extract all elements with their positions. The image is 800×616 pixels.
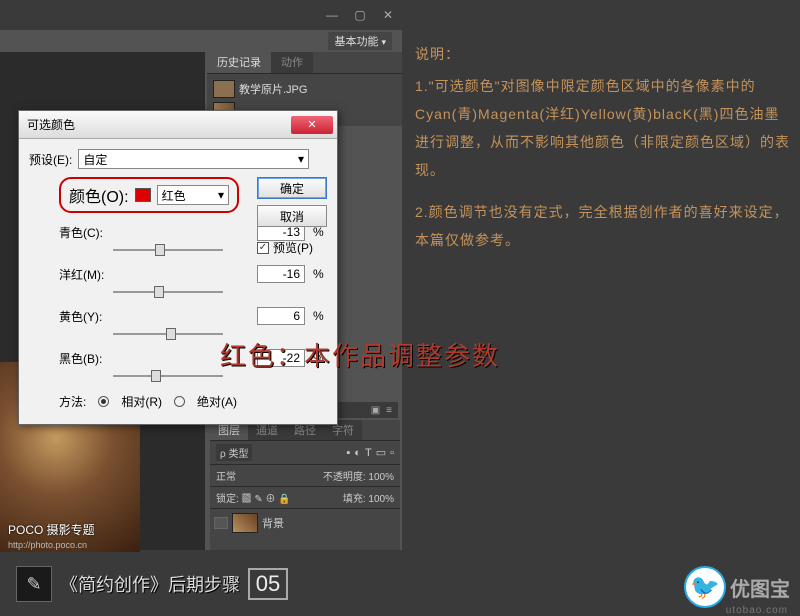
filter-type-icon[interactable]: T xyxy=(365,447,372,459)
cancel-button[interactable]: 取消 xyxy=(257,205,327,227)
color-selector-highlight: 颜色(O): 红色▾ xyxy=(59,177,239,213)
ok-button[interactable]: 确定 xyxy=(257,177,327,199)
explanation-heading: 说明： xyxy=(415,40,790,68)
window-titlebar: — ▢ ✕ xyxy=(0,0,402,30)
snapshot-label: 教学原片.JPG xyxy=(239,81,307,97)
preset-select[interactable]: 自定▾ xyxy=(78,149,309,169)
cyan-slider[interactable] xyxy=(113,243,223,257)
magenta-pct: % xyxy=(313,267,327,281)
step-number: 05 xyxy=(248,568,288,600)
preset-label: 预设(E): xyxy=(29,151,72,168)
lock-label: 锁定: xyxy=(216,494,239,505)
magenta-slider[interactable] xyxy=(113,285,223,299)
filter-pixel-icon[interactable]: ▪ xyxy=(346,447,350,459)
radio-relative-label: 相对(R) xyxy=(121,393,162,410)
fill-label: 填充: xyxy=(343,494,366,505)
black-label: 黑色(B): xyxy=(59,350,109,367)
layers-blend-row: 正常 不透明度: 100% xyxy=(210,465,400,487)
utobao-logo: 🐦 优图宝 xyxy=(684,566,790,608)
layers-filter-bar: ρ 类型 ▪ ◐ T ▭ ▫ xyxy=(210,440,400,465)
magenta-label: 洋红(M): xyxy=(59,266,109,283)
filter-kind-select[interactable]: ρ 类型 xyxy=(216,444,252,461)
filter-shape-icon[interactable]: ▭ xyxy=(376,446,386,459)
dialog-buttons: 确定 取消 ✓ 预览(P) xyxy=(257,177,327,256)
method-row: 方法: 相对(R) 绝对(A) xyxy=(29,393,327,410)
filter-adjust-icon[interactable]: ◐ xyxy=(354,447,361,459)
preview-label: 预览(P) xyxy=(273,239,313,256)
layers-panel: ▣ ≡ 图层 通道 路径 字符 ρ 类型 ▪ ◐ T ▭ ▫ 正常 不透明度: … xyxy=(210,420,400,550)
radio-relative[interactable] xyxy=(98,396,109,407)
yellow-pct: % xyxy=(313,309,327,323)
black-slider[interactable] xyxy=(113,369,223,383)
yellow-row: 黄色(Y): % xyxy=(29,307,327,325)
preview-checkbox-row: ✓ 预览(P) xyxy=(257,239,327,256)
dialog-close-button[interactable]: ✕ xyxy=(291,116,333,134)
opacity-label: 不透明度: xyxy=(323,472,366,483)
step-brush-icon: ✎ xyxy=(16,566,52,602)
utobao-name: 优图宝 xyxy=(730,573,790,602)
layer-item[interactable]: 背景 xyxy=(212,511,398,535)
tab-history[interactable]: 历史记录 xyxy=(207,52,271,73)
magenta-input[interactable] xyxy=(257,265,305,283)
explanation-p1: 1."可选颜色"对图像中限定颜色区域中的各像素中的Cyan(青)Magenta(… xyxy=(415,72,790,184)
snapshot-thumb-icon xyxy=(213,80,235,98)
layer-name: 背景 xyxy=(262,515,284,531)
tutorial-step-bar: ✎ 《简约创作》后期步骤 05 xyxy=(16,566,288,602)
filter-smart-icon[interactable]: ▫ xyxy=(390,447,394,459)
maximize-button[interactable]: ▢ xyxy=(346,5,374,25)
poco-url: http://photo.poco.cn xyxy=(8,540,87,550)
utobao-url: utobao.com xyxy=(726,605,788,616)
preset-value: 自定 xyxy=(83,151,107,168)
selective-color-dialog: 可选颜色 ✕ 预设(E): 自定▾ 颜色(O): 红色▾ 青色(C): % xyxy=(18,110,338,425)
layer-thumb-icon xyxy=(232,513,258,533)
color-value: 红色 xyxy=(162,187,186,204)
radio-absolute-label: 绝对(A) xyxy=(197,393,237,410)
options-bar: 基本功能 xyxy=(0,30,402,52)
history-snapshot[interactable]: 教学原片.JPG xyxy=(211,78,398,100)
color-swatch-icon xyxy=(135,188,151,202)
dialog-titlebar[interactable]: 可选颜色 ✕ xyxy=(19,111,337,139)
explanation-p2: 2.颜色调节也没有定式，完全根据创作者的喜好来设定，本篇仅做参考。 xyxy=(415,198,790,254)
step-title: 《简约创作》后期步骤 xyxy=(60,571,240,597)
color-label: 颜色(O): xyxy=(69,183,129,207)
preview-checkbox[interactable]: ✓ xyxy=(257,242,269,254)
workspace-selector[interactable]: 基本功能 xyxy=(328,32,392,50)
layers-list: 背景 xyxy=(210,509,400,537)
yellow-slider[interactable] xyxy=(113,327,223,341)
visibility-eye-icon[interactable] xyxy=(214,517,228,529)
explanation-text: 说明： 1."可选颜色"对图像中限定颜色区域中的各像素中的Cyan(青)Mage… xyxy=(415,40,790,254)
tab-actions[interactable]: 动作 xyxy=(271,52,313,73)
magenta-row: 洋红(M): % xyxy=(29,265,327,283)
close-button[interactable]: ✕ xyxy=(374,5,402,25)
yellow-label: 黄色(Y): xyxy=(59,308,109,325)
blend-mode-select[interactable]: 正常 xyxy=(216,468,236,483)
dialog-title-text: 可选颜色 xyxy=(27,116,75,133)
utobao-circle-icon: 🐦 xyxy=(684,566,726,608)
color-select[interactable]: 红色▾ xyxy=(157,185,229,205)
fill-value[interactable]: 100% xyxy=(368,494,394,505)
yellow-input[interactable] xyxy=(257,307,305,325)
menu-icon[interactable]: ≡ xyxy=(386,405,392,416)
dialog-body: 预设(E): 自定▾ 颜色(O): 红色▾ 青色(C): % 洋红(M): xyxy=(19,139,337,424)
minimize-button[interactable]: — xyxy=(318,5,346,25)
cyan-label: 青色(C): xyxy=(59,224,109,241)
method-label: 方法: xyxy=(59,393,86,410)
radio-absolute[interactable] xyxy=(174,396,185,407)
camera-icon[interactable]: ▣ xyxy=(371,405,380,416)
opacity-value[interactable]: 100% xyxy=(368,472,394,483)
bird-icon: 🐦 xyxy=(690,573,720,602)
panel-tabs: 历史记录 动作 xyxy=(207,52,402,74)
preset-row: 预设(E): 自定▾ xyxy=(29,149,327,169)
layers-lock-row: 锁定: ▩ ✎ ⊕ 🔒 填充: 100% xyxy=(210,487,400,509)
red-caption: 红色：本作品调整参数 xyxy=(220,336,500,373)
poco-watermark: POCO 摄影专题 xyxy=(8,521,95,538)
